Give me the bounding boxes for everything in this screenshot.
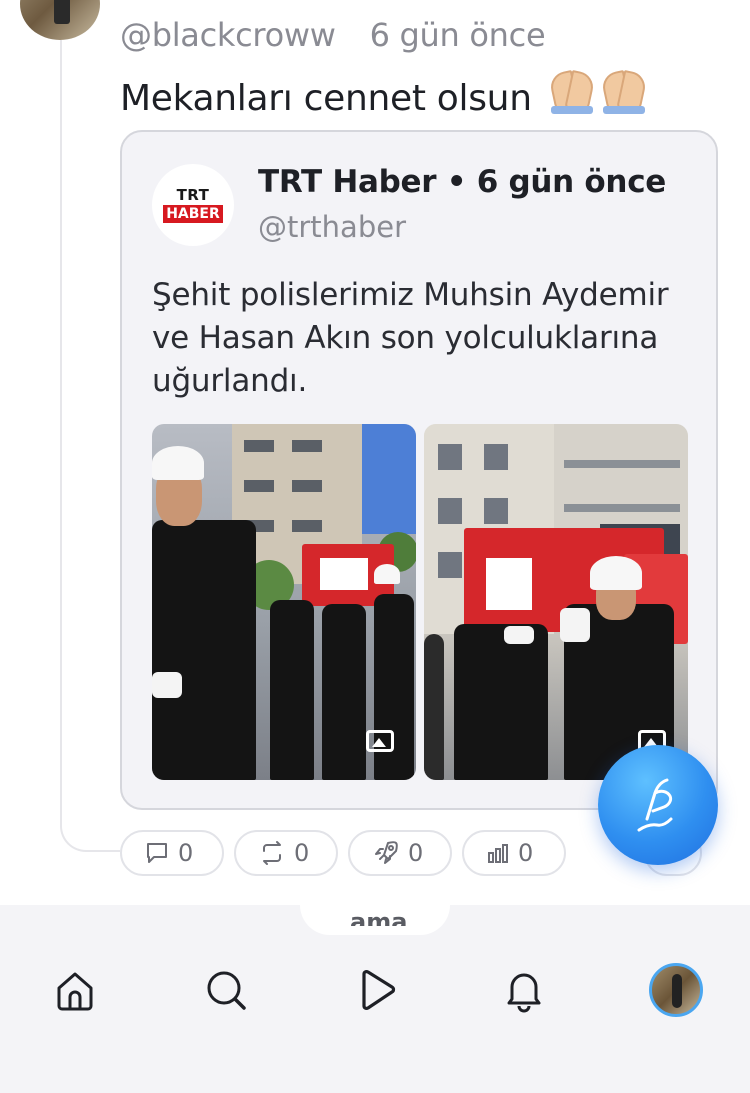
boost-count: 0 (408, 839, 424, 867)
image-icon (366, 730, 394, 752)
author-handle[interactable]: @blackcroww (120, 16, 336, 54)
thread-connector (60, 800, 120, 852)
comment-button[interactable]: 0 (120, 830, 224, 876)
attached-image-2[interactable] (424, 424, 688, 780)
comment-count: 0 (178, 839, 194, 867)
nav-video[interactable] (346, 960, 406, 1020)
bell-icon (507, 973, 541, 1013)
home-icon (57, 972, 93, 1011)
post-time: 6 gün önce (369, 16, 546, 54)
quoted-post-card[interactable]: TRT HABER TRT Haber • 6 gün önce @trthab… (120, 130, 718, 810)
comment-icon (147, 843, 167, 863)
separator-dot: • (446, 164, 467, 200)
quill-icon (637, 778, 673, 832)
quoted-author-name[interactable]: TRT Haber (258, 164, 437, 200)
rocket-icon (375, 841, 398, 864)
boost-button[interactable]: 0 (348, 830, 452, 876)
post-text: Mekanları cennet olsun (120, 74, 647, 119)
quoted-post-time: 6 gün önce (476, 164, 667, 200)
praying-hands-emoji (549, 74, 595, 114)
quoted-author-line: TRT Haber • 6 gün önce (258, 164, 666, 200)
quoted-author-handle[interactable]: @trthaber (258, 210, 406, 244)
quoted-post-text: Şehit polislerimiz Muhsin Aydemir ve Has… (152, 277, 669, 399)
search-icon (207, 971, 246, 1010)
views-button[interactable]: 0 (462, 830, 566, 876)
nav-notifications[interactable] (494, 960, 554, 1020)
thread-line (60, 40, 62, 825)
author-meta: @blackcroww 6 gün önce (120, 16, 546, 54)
repost-button[interactable]: 0 (234, 830, 338, 876)
attached-image-1[interactable] (152, 424, 416, 780)
post-body: Mekanları cennet olsun (120, 78, 532, 119)
trt-haber-logo[interactable]: TRT HABER (152, 164, 234, 246)
nav-search[interactable] (196, 960, 256, 1020)
praying-hands-emoji (601, 74, 647, 114)
nav-home[interactable] (45, 960, 105, 1020)
play-icon (362, 970, 396, 1010)
compose-button[interactable] (598, 745, 718, 865)
views-count: 0 (518, 839, 534, 867)
repost-icon (263, 841, 281, 865)
peek-text: ama (350, 908, 408, 926)
repost-count: 0 (294, 839, 310, 867)
author-avatar[interactable] (20, 0, 100, 40)
bar-chart-icon (488, 844, 508, 863)
nav-profile-avatar[interactable] (649, 963, 703, 1017)
